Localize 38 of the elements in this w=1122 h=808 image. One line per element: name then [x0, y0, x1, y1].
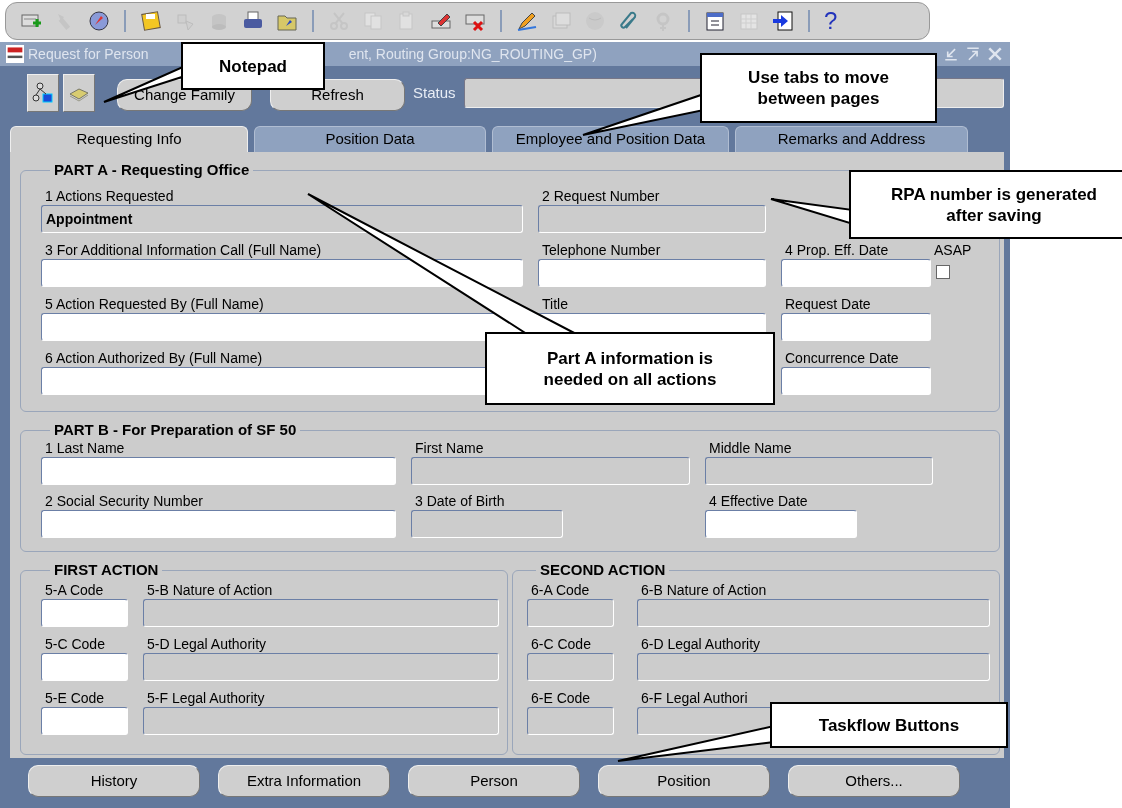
field-label: 3 Date of Birth: [414, 492, 505, 510]
field-label: 6-C Code: [530, 635, 591, 653]
field-label: 1 Last Name: [44, 439, 125, 457]
callout-tooltip: Use tabs to move between pages: [700, 53, 937, 123]
field-label: 5-E Code: [44, 689, 105, 707]
field-label: 2 Social Security Number: [44, 492, 203, 510]
field-label: 6-B Nature of Action: [640, 581, 767, 599]
field-label: Telephone Number: [541, 241, 661, 259]
field-label: 3 For Additional Information Call (Full Name): [44, 241, 322, 259]
field-label: 5-C Code: [44, 635, 105, 653]
field-label: 4 Effective Date: [708, 492, 808, 510]
field-label: 5 Action Requested By (Full Name): [44, 295, 264, 313]
checkbox-label: ASAP: [934, 241, 972, 259]
field-label: Request Date: [784, 295, 871, 313]
window-title: ent, Routing Group:NG_ROUTING_GP): [348, 44, 597, 64]
field-label: 5-F Legal Authority: [146, 689, 265, 707]
status-label: Status: [413, 83, 456, 103]
field-label: Middle Name: [708, 439, 792, 457]
field-label: 5-A Code: [44, 581, 104, 599]
group-title: PART B - For Preparation of SF 50: [50, 421, 301, 439]
field-label: 4 Prop. Eff. Date: [784, 241, 889, 259]
field-label: 6 Action Authorized By (Full Name): [44, 349, 263, 367]
field-label: 2 Request Number: [541, 187, 660, 205]
field-label: 6-E Code: [530, 689, 591, 707]
field-label: 6-F Legal Authori: [640, 689, 748, 707]
window-title: Request for Person: [28, 44, 149, 64]
callout-tooltip: Taskflow Buttons: [770, 702, 1008, 748]
field-label: 6-A Code: [530, 581, 590, 599]
field-label: 5-D Legal Authority: [146, 635, 267, 653]
field-label: 5-B Nature of Action: [146, 581, 273, 599]
callout-tooltip: Part A information is needed on all actions: [485, 332, 775, 405]
field-label: 6-D Legal Authority: [640, 635, 761, 653]
field-label: Concurrence Date: [784, 349, 899, 367]
callout-tooltip: RPA number is generated after saving: [849, 170, 1122, 239]
group-title: PART A - Requesting Office: [50, 161, 254, 179]
field-label: 1 Actions Requested: [44, 187, 174, 205]
field-label: Title: [541, 295, 568, 313]
field-label: First Name: [414, 439, 484, 457]
